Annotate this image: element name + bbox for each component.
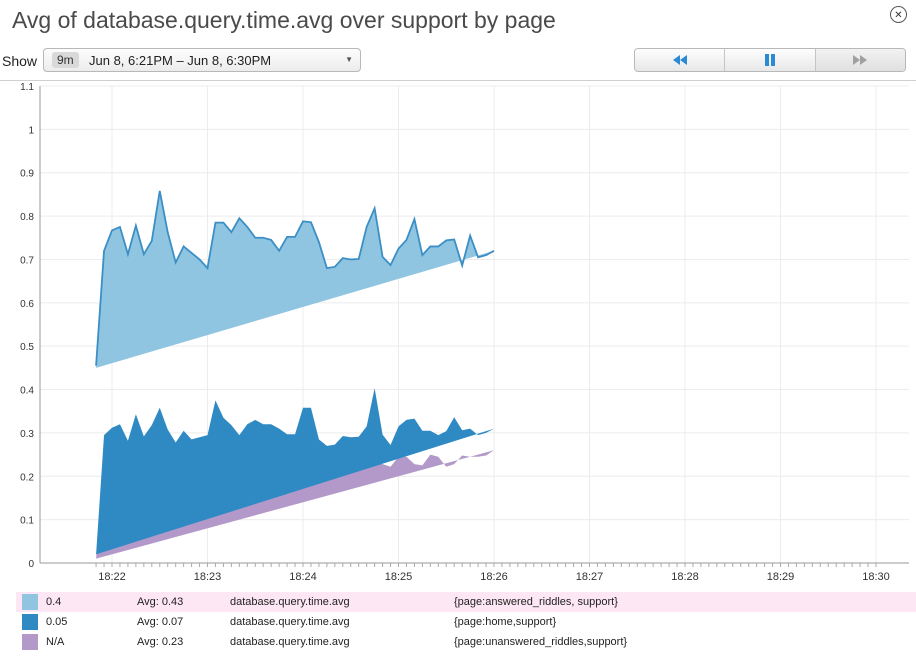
y-tick-label: 0.2 bbox=[20, 472, 34, 483]
legend-avg: Avg: 0.07 bbox=[137, 616, 184, 628]
y-tick-label: 1.1 bbox=[20, 82, 34, 93]
legend-value: 0.05 bbox=[46, 616, 68, 628]
y-tick-label: 0 bbox=[28, 559, 34, 570]
legend-value: 0.4 bbox=[46, 596, 62, 608]
y-tick-label: 0.5 bbox=[20, 342, 34, 353]
show-label: Show bbox=[2, 53, 38, 69]
y-tick-label: 0.6 bbox=[20, 299, 34, 310]
range-badge: 9m bbox=[52, 52, 79, 68]
playback-controls bbox=[634, 48, 906, 72]
x-tick-label: 18:23 bbox=[194, 571, 222, 583]
x-tick-label: 18:25 bbox=[385, 571, 413, 583]
fast-forward-button[interactable] bbox=[815, 49, 905, 71]
legend-scope: {page:unanswered_riddles,support} bbox=[454, 636, 628, 648]
x-tick-label: 18:27 bbox=[576, 571, 604, 583]
x-tick-label: 18:30 bbox=[862, 571, 890, 583]
x-tick-label: 18:22 bbox=[98, 571, 126, 583]
x-tick-label: 18:28 bbox=[671, 571, 699, 583]
legend-row[interactable]: N/A Avg: 0.23 database.query.time.avg {page… bbox=[16, 632, 916, 652]
rewind-button[interactable] bbox=[635, 49, 726, 71]
chart-title: Avg of database.query.time.avg over supp… bbox=[12, 7, 556, 33]
legend-value: N/A bbox=[46, 636, 65, 648]
y-tick-label: 0.7 bbox=[20, 255, 34, 266]
stacked-area-chart: 0 0.1 0.2 0.3 0.4 0.5 0.6 0.7 0.8 0.9 1 1.1 18:22 18:… bbox=[20, 82, 909, 583]
pause-button[interactable] bbox=[725, 49, 816, 71]
y-tick-label: 0.1 bbox=[20, 516, 34, 527]
legend-row[interactable]: 0.4 Avg: 0.43 database.query.time.avg {page… bbox=[16, 592, 916, 612]
legend-swatch bbox=[22, 634, 38, 650]
range-text: Jun 8, 6:21PM – Jun 8, 6:30PM bbox=[89, 53, 272, 68]
y-tick-label: 0.3 bbox=[20, 429, 34, 440]
fast-forward-icon bbox=[853, 55, 868, 65]
legend-metric: database.query.time.avg bbox=[230, 596, 350, 608]
x-tick-label: 18:26 bbox=[480, 571, 508, 583]
y-tick-label: 0.9 bbox=[20, 169, 34, 180]
legend-swatch bbox=[22, 614, 38, 630]
y-tick-label: 0.4 bbox=[20, 386, 34, 397]
chevron-down-icon: ▼ bbox=[345, 55, 353, 64]
legend-scope: {page:answered_riddles, support} bbox=[454, 596, 618, 608]
y-tick-label: 0.8 bbox=[20, 212, 34, 223]
legend-row[interactable]: 0.05 Avg: 0.07 database.query.time.avg {pag… bbox=[16, 612, 916, 632]
legend-avg: Avg: 0.23 bbox=[137, 636, 184, 648]
close-icon[interactable] bbox=[890, 6, 907, 23]
legend-metric: database.query.time.avg bbox=[230, 636, 350, 648]
x-tick-label: 18:24 bbox=[289, 571, 317, 583]
legend-metric: database.query.time.avg bbox=[230, 616, 350, 628]
legend-swatch bbox=[22, 594, 38, 610]
legend-scope: {page:home,support} bbox=[454, 616, 557, 628]
x-tick-label: 18:29 bbox=[767, 571, 795, 583]
pause-icon bbox=[764, 54, 775, 66]
rewind-icon bbox=[672, 55, 687, 65]
time-range-select[interactable]: 9m Jun 8, 6:21PM – Jun 8, 6:30PM ▼ bbox=[43, 48, 361, 72]
legend-avg: Avg: 0.43 bbox=[137, 596, 184, 608]
y-tick-label: 1 bbox=[28, 125, 34, 136]
